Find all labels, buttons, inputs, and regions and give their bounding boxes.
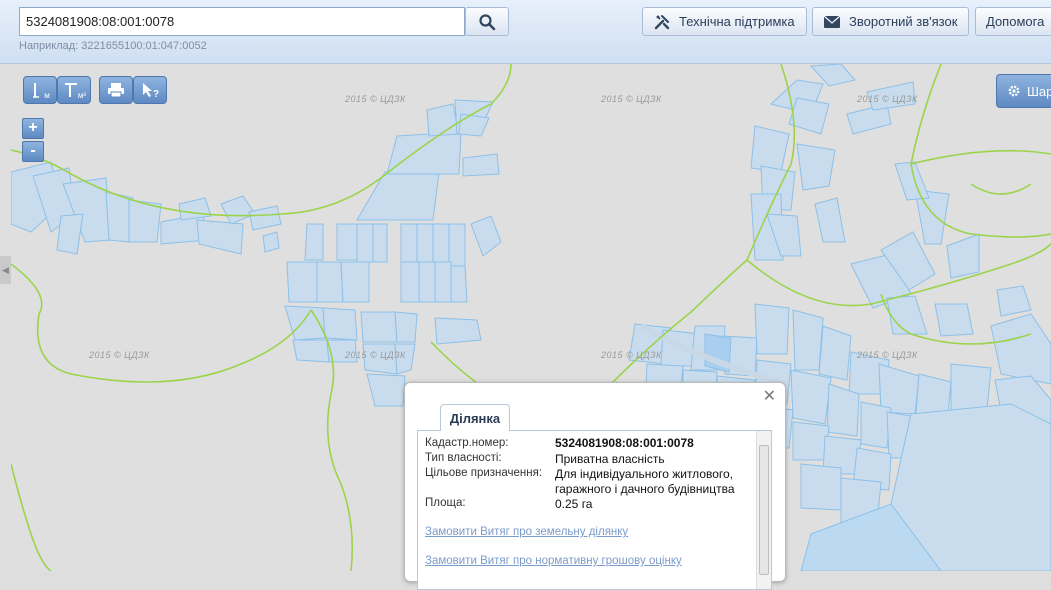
- parcel-info-popup: ✕ Ділянка Кадастр.номер: 5324081908:08:0…: [404, 382, 786, 590]
- ruler-unit: м: [44, 90, 50, 100]
- search-hint: Наприклад: 3221655100:01:047:0052: [19, 40, 207, 52]
- order-valuation-extract-link[interactable]: Замовити Витяг про нормативну грошову оц…: [425, 555, 682, 567]
- svg-text:?: ?: [153, 89, 159, 99]
- tech-support-label: Технічна підтримка: [679, 14, 795, 29]
- printer-icon: [108, 83, 124, 98]
- watermark: 2015 © ЦДЗК: [601, 350, 662, 360]
- zoom-in-button[interactable]: +: [22, 118, 44, 139]
- layers-button[interactable]: Шар: [996, 74, 1051, 108]
- side-panel-handle[interactable]: ◀: [0, 256, 11, 284]
- layers-label: Шар: [1027, 83, 1051, 99]
- identify-button[interactable]: ?: [133, 76, 167, 104]
- ownership-type-label: Тип власності:: [425, 452, 502, 464]
- scroll-thumb[interactable]: [759, 445, 769, 575]
- ownership-type-value: Приватна власність: [555, 452, 665, 466]
- search-icon: [479, 13, 496, 30]
- area-unit: м²: [77, 90, 87, 100]
- parcel-details: Кадастр.номер: 5324081908:08:001:0078 Ти…: [417, 430, 772, 590]
- feedback-button[interactable]: Зворотний зв'язок: [812, 7, 969, 36]
- close-icon[interactable]: ✕: [763, 389, 776, 405]
- help-label: Допомога: [986, 14, 1045, 29]
- measure-distance-button[interactable]: м: [23, 76, 57, 104]
- top-toolbar: Наприклад: 3221655100:01:047:0052 Техніч…: [0, 0, 1051, 64]
- watermark: 2015 © ЦДЗК: [89, 350, 150, 360]
- cursor-help-icon: ?: [143, 83, 159, 99]
- watermark: 2015 © ЦДЗК: [857, 350, 918, 360]
- watermark: 2015 © ЦДЗК: [857, 94, 918, 104]
- tab-parcel[interactable]: Ділянка: [440, 404, 510, 431]
- area-label: Площа:: [425, 497, 466, 509]
- order-parcel-extract-link[interactable]: Замовити Витяг про земельну ділянку: [425, 526, 628, 538]
- zoom-out-button[interactable]: -: [22, 141, 44, 162]
- tools-icon: [654, 14, 670, 29]
- search-button[interactable]: [465, 7, 509, 36]
- watermark: 2015 © ЦДЗК: [345, 350, 406, 360]
- tech-support-button[interactable]: Технічна підтримка: [642, 7, 807, 36]
- popup-scrollbar[interactable]: [756, 431, 771, 589]
- envelope-icon: [823, 14, 841, 28]
- measure-area-button[interactable]: м²: [57, 76, 91, 104]
- print-button[interactable]: [99, 76, 133, 104]
- cadastral-number-label: Кадастр.номер:: [425, 437, 509, 449]
- cadastral-search-input[interactable]: [19, 7, 465, 36]
- area-value: 0.25 га: [555, 497, 593, 511]
- purpose-label: Цільове призначення:: [425, 467, 543, 479]
- gear-icon: [1008, 85, 1020, 97]
- feedback-label: Зворотний зв'язок: [849, 14, 958, 29]
- watermark: 2015 © ЦДЗК: [601, 94, 662, 104]
- purpose-value: Для індивідуального житлового, гаражного…: [555, 467, 735, 496]
- watermark: 2015 © ЦДЗК: [345, 94, 406, 104]
- cadastral-number-value: 5324081908:08:001:0078: [555, 436, 694, 450]
- help-button[interactable]: Допомога: [975, 7, 1051, 36]
